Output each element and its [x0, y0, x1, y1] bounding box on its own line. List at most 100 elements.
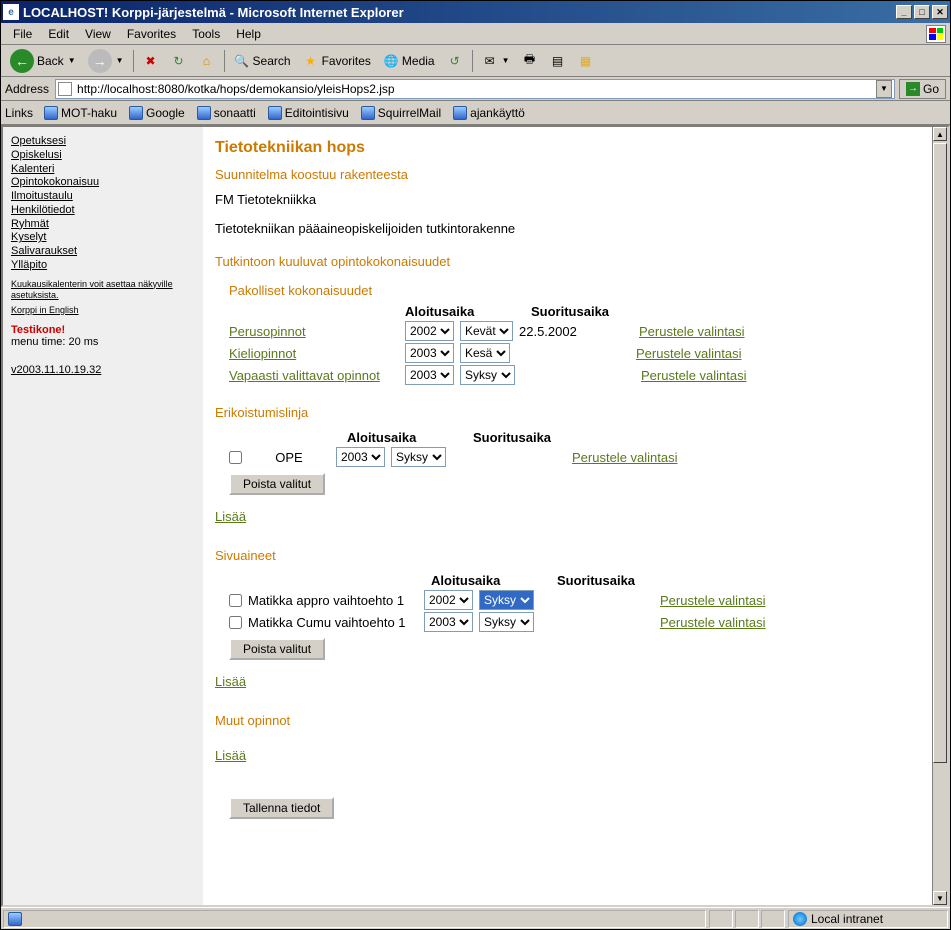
go-button[interactable]: → Go — [899, 79, 946, 99]
sidebar-note[interactable]: Kuukausikalenterin voit asettaa näkyvill… — [11, 279, 195, 302]
add-link[interactable]: Lisää — [215, 509, 246, 524]
chevron-down-icon: ▼ — [502, 56, 510, 65]
back-button[interactable]: ← Back ▼ — [5, 49, 81, 73]
sidebar-item[interactable]: Ylläpito — [11, 259, 195, 273]
col-done: Suoritusaika — [557, 573, 667, 588]
menu-favorites[interactable]: Favorites — [119, 25, 184, 43]
link-icon — [268, 106, 282, 120]
search-button[interactable]: 🔍Search — [229, 49, 296, 73]
year-select[interactable]: 2003 — [424, 612, 473, 632]
minimize-button[interactable]: _ — [896, 5, 912, 19]
page-icon — [58, 82, 72, 96]
back-arrow-icon: ← — [10, 49, 34, 73]
menu-view[interactable]: View — [77, 25, 119, 43]
version-link[interactable]: v2003.11.10.19.32 — [11, 364, 195, 378]
remove-selected-button[interactable]: Poista valitut — [229, 473, 325, 495]
sidebar-english-link[interactable]: Korppi in English — [11, 305, 195, 316]
refresh-button[interactable]: ↻ — [166, 49, 192, 73]
home-icon: ⌂ — [199, 53, 215, 69]
justify-link[interactable]: Perustele valintasi — [572, 450, 678, 465]
term-select[interactable]: Kesä — [460, 343, 510, 363]
add-link[interactable]: Lisää — [215, 748, 246, 763]
term-select[interactable]: Syksy — [479, 612, 534, 632]
justify-link[interactable]: Perustele valintasi — [660, 615, 766, 630]
menubar: File Edit View Favorites Tools Help — [1, 23, 950, 45]
link-ajankaytto[interactable]: ajankäyttö — [448, 103, 530, 123]
search-icon: 🔍 — [234, 53, 250, 69]
year-select[interactable]: 2003 — [405, 343, 454, 363]
remove-selected-button[interactable]: Poista valitut — [229, 638, 325, 660]
menu-file[interactable]: File — [5, 25, 40, 43]
term-select[interactable]: Syksy — [479, 590, 534, 610]
stop-button[interactable]: ✖ — [138, 49, 164, 73]
sidebar-item[interactable]: Opetuksesi — [11, 135, 195, 149]
menu-help[interactable]: Help — [228, 25, 269, 43]
favorites-button[interactable]: ★Favorites — [298, 49, 376, 73]
sidebar-item[interactable]: Kyselyt — [11, 231, 195, 245]
term-select[interactable]: Syksy — [460, 365, 515, 385]
sidebar-item[interactable]: Opintokokonaisuu — [11, 176, 195, 190]
edit-button[interactable]: ▤ — [545, 49, 571, 73]
row-checkbox[interactable] — [229, 451, 242, 464]
justify-link[interactable]: Perustele valintasi — [660, 593, 766, 608]
row-checkbox[interactable] — [229, 594, 242, 607]
spec-title: Erikoistumislinja — [215, 405, 920, 420]
year-select[interactable]: 2002 — [424, 590, 473, 610]
justify-link[interactable]: Perustele valintasi — [639, 324, 745, 339]
status-left — [3, 910, 706, 928]
sidebar-item[interactable]: Ryhmät — [11, 218, 195, 232]
sidebar-item[interactable]: Kalenteri — [11, 163, 195, 177]
print-button[interactable]: 🖶 — [517, 49, 543, 73]
sidebar-item[interactable]: Salivaraukset — [11, 245, 195, 259]
zone-icon — [793, 912, 807, 926]
link-icon — [453, 106, 467, 120]
discuss-button[interactable]: ▦ — [573, 49, 599, 73]
year-select[interactable]: 2003 — [336, 447, 385, 467]
course-link[interactable]: Perusopinnot — [229, 324, 306, 339]
media-button[interactable]: 🌐Media — [378, 49, 440, 73]
menu-tools[interactable]: Tools — [184, 25, 228, 43]
spec-row: OPE 2003 Syksy Perustele valintasi — [229, 447, 920, 467]
address-dropdown[interactable]: ▼ — [876, 80, 892, 98]
minor-name: Matikka appro vaihtoehto 1 — [248, 593, 418, 608]
minor-name: Matikka Cumu vaihtoehto 1 — [248, 615, 418, 630]
forward-button[interactable]: → ▼ — [83, 49, 129, 73]
other-title: Muut opinnot — [215, 713, 920, 728]
scroll-down-button[interactable]: ▼ — [933, 891, 947, 905]
section-studies-title: Tutkintoon kuuluvat opintokokonaisuudet — [215, 254, 920, 269]
close-button[interactable]: ✕ — [932, 5, 948, 19]
ie-icon: e — [3, 4, 19, 20]
address-input-wrap[interactable]: ▼ — [55, 79, 895, 99]
link-sonaatti[interactable]: sonaatti — [192, 103, 261, 123]
justify-link[interactable]: Perustele valintasi — [636, 346, 742, 361]
menu-edit[interactable]: Edit — [40, 25, 77, 43]
scroll-up-button[interactable]: ▲ — [933, 127, 947, 141]
maximize-button[interactable]: □ — [914, 5, 930, 19]
justify-link[interactable]: Perustele valintasi — [641, 368, 747, 383]
year-select[interactable]: 2003 — [405, 365, 454, 385]
links-label: Links — [5, 106, 37, 120]
link-google[interactable]: Google — [124, 103, 190, 123]
term-select[interactable]: Kevät — [460, 321, 513, 341]
link-squirrelmail[interactable]: SquirrelMail — [356, 103, 446, 123]
home-button[interactable]: ⌂ — [194, 49, 220, 73]
course-link[interactable]: Vapaasti valittavat opinnot — [229, 368, 380, 383]
address-input[interactable] — [75, 81, 876, 97]
history-button[interactable]: ↺ — [442, 49, 468, 73]
mail-button[interactable]: ✉▼ — [477, 49, 515, 73]
link-editointisivu[interactable]: Editointisivu — [263, 103, 354, 123]
minors-header: Aloitusaika Suoritusaika — [229, 573, 920, 588]
note-icon: ▦ — [578, 53, 594, 69]
course-link[interactable]: Kieliopinnot — [229, 346, 296, 361]
term-select[interactable]: Syksy — [391, 447, 446, 467]
sidebar-item[interactable]: Opiskelusi — [11, 149, 195, 163]
save-button[interactable]: Tallenna tiedot — [229, 797, 334, 819]
scroll-thumb[interactable] — [933, 143, 947, 763]
vertical-scrollbar[interactable]: ▲ ▼ — [932, 127, 948, 905]
add-link[interactable]: Lisää — [215, 674, 246, 689]
sidebar-item[interactable]: Henkilötiedot — [11, 204, 195, 218]
year-select[interactable]: 2002 — [405, 321, 454, 341]
sidebar-item[interactable]: Ilmoitustaulu — [11, 190, 195, 204]
row-checkbox[interactable] — [229, 616, 242, 629]
link-mot-haku[interactable]: MOT-haku — [39, 103, 122, 123]
